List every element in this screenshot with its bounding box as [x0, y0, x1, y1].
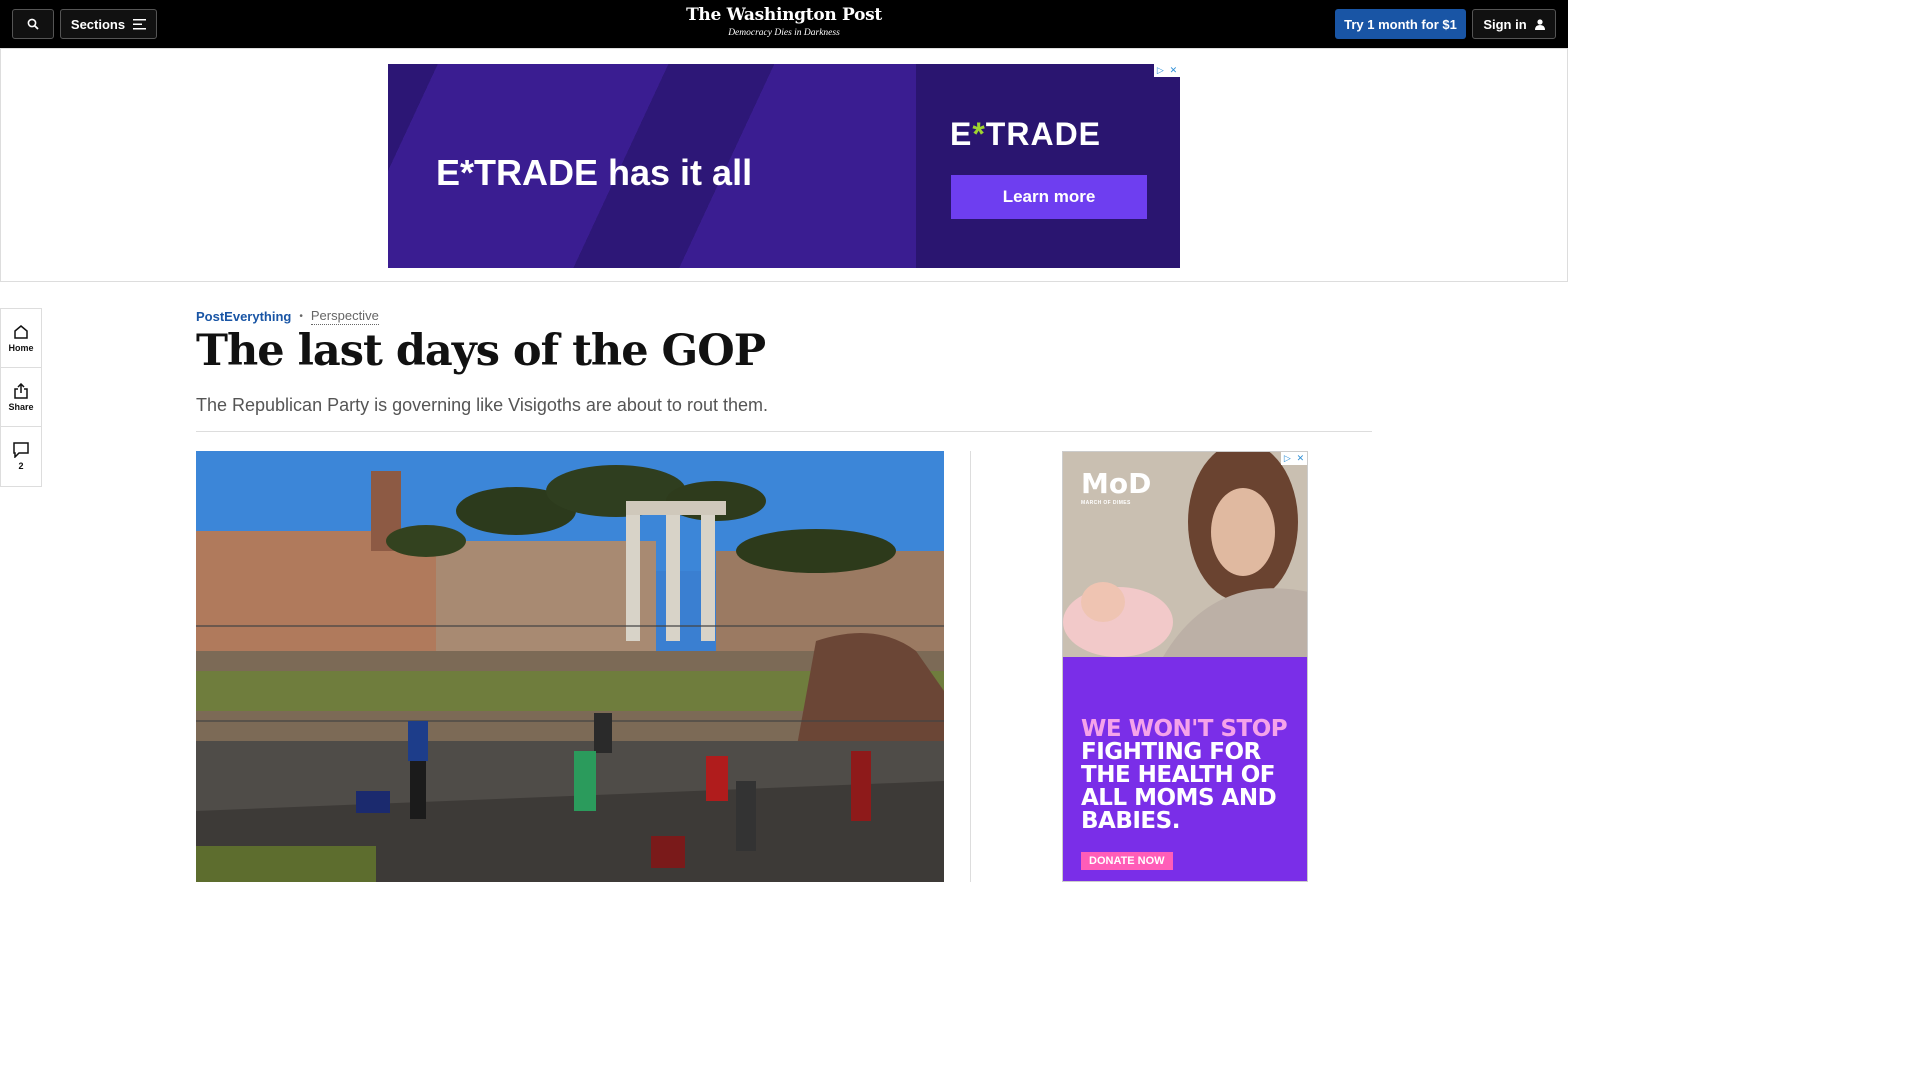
close-icon: ✕: [1169, 65, 1178, 75]
close-icon: ✕: [1296, 453, 1305, 463]
home-icon: [14, 324, 28, 339]
sign-in-label: Sign in: [1483, 16, 1527, 32]
left-rail: Home Share 2: [0, 308, 42, 487]
etrade-logo-e: E: [950, 116, 973, 152]
adchoices-icon[interactable]: ▷ ✕: [1281, 452, 1307, 465]
divider: [196, 431, 1372, 432]
separator-dot: •: [299, 311, 303, 322]
share-label: Share: [8, 401, 34, 412]
march-of-dimes-logo: MoD MARCH OF DIMES: [1081, 467, 1152, 507]
search-button[interactable]: [12, 9, 54, 39]
user-icon: [1534, 18, 1545, 30]
article-kicker: PostEverything • Perspective: [196, 308, 379, 325]
ad-right-panel: [916, 64, 1180, 268]
sections-button[interactable]: Sections: [60, 9, 157, 39]
mod-logo-caption: MARCH OF DIMES: [1081, 500, 1131, 506]
etrade-logo-trade: TRADE: [985, 116, 1102, 152]
donate-now-button[interactable]: DONATE NOW: [1081, 852, 1173, 870]
section-link[interactable]: PostEverything: [196, 309, 291, 324]
logo-name: The Washington Post: [686, 5, 882, 25]
etrade-logo-star: *: [972, 116, 986, 152]
ad-message-rest: FIGHTING FOR THE HEALTH OF ALL MOMS AND …: [1081, 739, 1277, 834]
learn-more-button[interactable]: Learn more: [951, 175, 1147, 219]
tagline: Democracy Dies in Darkness: [728, 28, 840, 38]
rail-home[interactable]: Home: [1, 309, 41, 368]
ad-headline: E*TRADE has it all: [436, 152, 753, 193]
etrade-ad[interactable]: E*TRADE has it all E*TRADE Learn more ▷ ✕: [388, 64, 1180, 268]
column-divider: [970, 451, 971, 882]
adchoices-icon[interactable]: ▷ ✕: [1154, 64, 1180, 77]
search-icon: [27, 18, 39, 30]
mod-logo-mark: MoD: [1081, 467, 1152, 500]
perspective-label[interactable]: Perspective: [310, 308, 379, 325]
article-photo[interactable]: [196, 451, 944, 882]
subscribe-button[interactable]: Try 1 month for $1: [1335, 9, 1466, 39]
comments-count: 2: [18, 461, 24, 471]
top-bar: Sections The Washington Post Democracy D…: [0, 0, 1568, 48]
play-icon: ▷: [1283, 453, 1291, 463]
site-logo[interactable]: The Washington Post Democracy Dies in Da…: [684, 5, 884, 38]
share-icon: [14, 382, 28, 399]
comment-icon: [13, 442, 29, 458]
home-label: Home: [8, 342, 34, 353]
menu-icon: [133, 18, 147, 29]
photo-illustration: [196, 451, 944, 882]
article-title: The last days of the GOP: [196, 326, 766, 376]
etrade-logo: E*TRADE: [950, 116, 1101, 153]
rail-comments[interactable]: 2: [1, 427, 41, 486]
article-subtitle: The Republican Party is governing like V…: [196, 395, 768, 415]
play-icon: ▷: [1156, 65, 1164, 75]
march-of-dimes-ad[interactable]: MoD MARCH OF DIMES WE WON'T STOP FIGHTIN…: [1062, 451, 1308, 882]
sign-in-button[interactable]: Sign in: [1472, 9, 1556, 39]
sections-label: Sections: [70, 16, 126, 32]
rail-share[interactable]: Share: [1, 368, 41, 427]
ad-message: WE WON'T STOP FIGHTING FOR THE HEALTH OF…: [1081, 718, 1301, 833]
